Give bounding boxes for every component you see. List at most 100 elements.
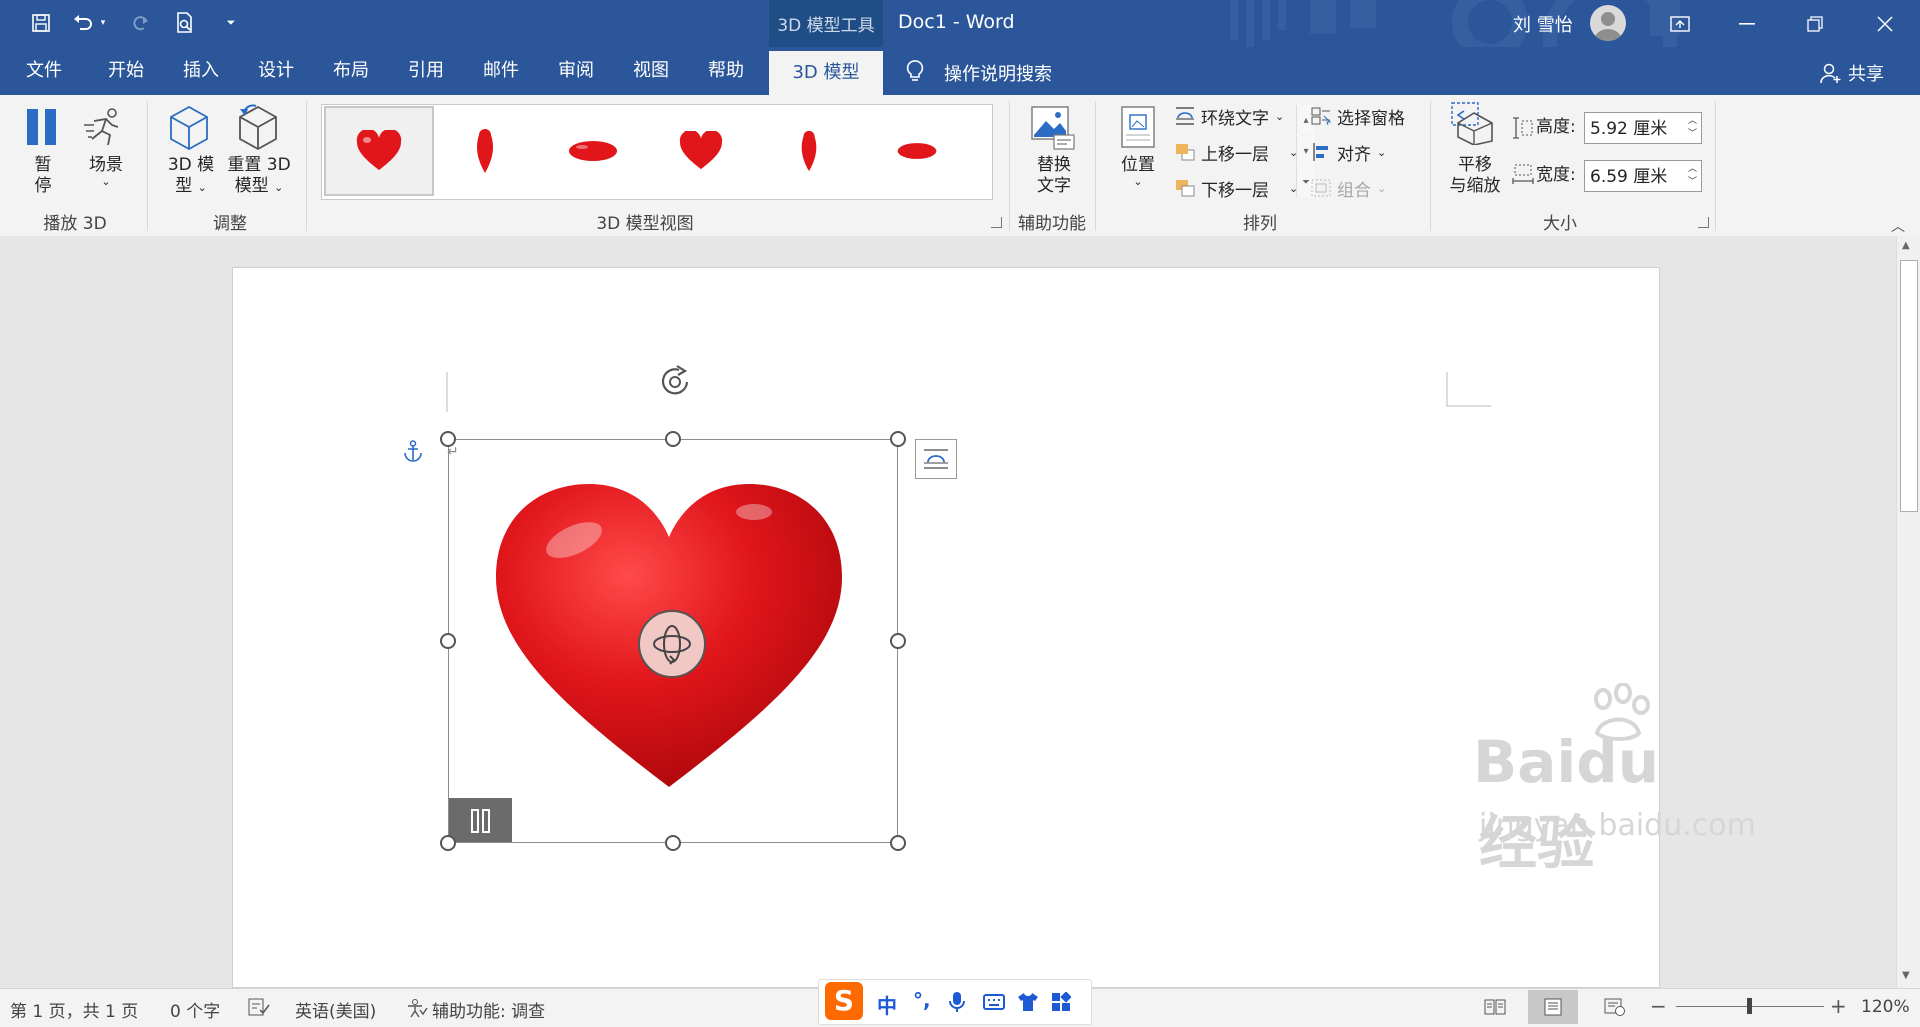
selection-pane-button[interactable]: 选择窗格 (1310, 103, 1405, 129)
document-page[interactable]: ↵ Baidu经验 jingyan.baidu.com (232, 267, 1756, 988)
height-spinner-icon[interactable]: ︿ ﹀ (1688, 115, 1697, 141)
view-side-2[interactable] (756, 107, 862, 195)
resize-handle-right[interactable] (890, 633, 906, 649)
resize-handle-bottom[interactable] (665, 835, 681, 851)
width-input[interactable]: 6.59 厘米 ︿ ﹀ (1584, 160, 1702, 192)
pause-button[interactable]: 暂 停 (30, 155, 56, 197)
width-spinner-icon[interactable]: ︿ ﹀ (1688, 163, 1697, 189)
ime-keyboard-icon[interactable] (983, 994, 1005, 1015)
pan-zoom-icon[interactable] (1450, 101, 1496, 149)
zoom-slider-thumb[interactable] (1747, 998, 1752, 1014)
ime-mode[interactable]: 中 (877, 990, 897, 1019)
scroll-up-icon[interactable]: ▲ (1902, 240, 1910, 251)
resize-handle-left[interactable] (440, 633, 456, 649)
resize-handle-bottom-left[interactable] (440, 835, 456, 851)
sogou-logo-icon[interactable]: S (825, 982, 863, 1020)
save-icon[interactable] (28, 10, 54, 36)
tab-layout[interactable]: 布局 (333, 47, 369, 95)
ime-punct[interactable]: °, (913, 988, 931, 1012)
accessibility-check-icon[interactable] (406, 998, 428, 1023)
size-dialog-launcher-icon[interactable] (1698, 217, 1709, 228)
close-icon[interactable] (1850, 0, 1920, 47)
tab-insert[interactable]: 插入 (183, 47, 219, 95)
tab-3d-model[interactable]: 3D 模型 (769, 51, 883, 95)
view-side[interactable] (432, 107, 538, 195)
print-layout-button[interactable] (1528, 990, 1578, 1024)
zoom-out-icon[interactable]: − (1650, 994, 1667, 1018)
tell-me-search[interactable]: 操作说明搜索 (944, 60, 1052, 86)
zoom-level[interactable]: 120% (1861, 997, 1910, 1017)
resize-handle-bottom-right[interactable] (890, 835, 906, 851)
alt-text-image-icon[interactable] (1030, 105, 1076, 155)
reset-3d-model-button[interactable]: 重置 3D 模型 ⌄ (222, 155, 296, 198)
3d-model-selection[interactable] (448, 439, 898, 843)
bring-forward-button[interactable]: 上移一层 ⌄ (1174, 139, 1298, 165)
tab-references[interactable]: 引用 (408, 47, 444, 95)
avatar[interactable] (1590, 5, 1626, 41)
group-objects-button[interactable]: 组合 ⌄ (1310, 175, 1386, 201)
tab-home[interactable]: 开始 (108, 47, 144, 95)
tab-review[interactable]: 审阅 (558, 47, 594, 95)
tab-file[interactable]: 文件 (26, 47, 62, 95)
align-button[interactable]: 对齐 ⌄ (1310, 139, 1386, 165)
view-front-2[interactable] (648, 107, 754, 195)
reset-3d-model-icon[interactable] (234, 103, 280, 155)
document-canvas: ↵ Baidu经验 jingyan.baidu.com (0, 236, 1896, 988)
pan-zoom-button[interactable]: 平移 与缩放 (1446, 155, 1504, 197)
vertical-scrollbar[interactable]: ▲ ▼ (1896, 236, 1920, 988)
restore-icon[interactable] (1780, 0, 1850, 47)
print-preview-icon[interactable] (172, 10, 198, 36)
tab-view[interactable]: 视图 (633, 47, 669, 95)
rotate-handle-icon[interactable] (657, 364, 697, 404)
share-button[interactable]: 共享 (1848, 60, 1884, 86)
scene-button[interactable]: 场景 ⌄ (84, 155, 128, 188)
view-bottom[interactable] (864, 107, 970, 195)
proofing-icon[interactable] (248, 998, 270, 1021)
minimize-icon[interactable] (1712, 0, 1782, 47)
redo-icon[interactable] (128, 10, 154, 36)
resize-handle-top-right[interactable] (890, 431, 906, 447)
read-mode-icon[interactable] (1484, 998, 1506, 1021)
tab-help[interactable]: 帮助 (708, 47, 744, 95)
resize-handle-top[interactable] (665, 431, 681, 447)
ime-mic-icon[interactable] (949, 991, 965, 1018)
tab-design[interactable]: 设计 (258, 47, 294, 95)
resize-handle-top-left[interactable] (440, 431, 456, 447)
pan-zoom-label-2: 与缩放 (1449, 176, 1501, 196)
web-layout-icon[interactable] (1604, 998, 1626, 1021)
views-dialog-launcher-icon[interactable] (991, 217, 1002, 228)
zoom-in-icon[interactable]: + (1830, 994, 1847, 1018)
view-top[interactable] (540, 107, 646, 195)
position-button[interactable]: 位置 ⌄ (1116, 155, 1160, 188)
word-count[interactable]: 0 个字 (170, 997, 220, 1022)
page-count[interactable]: 第 1 页，共 1 页 (10, 997, 138, 1022)
3d-rotate-control-icon[interactable] (638, 610, 706, 678)
3d-model-button[interactable]: 3D 模 型 ⌄ (162, 155, 220, 198)
view-front[interactable] (324, 106, 434, 196)
scrollbar-thumb[interactable] (1900, 260, 1918, 512)
watermark-brand: Baidu经验 (1473, 728, 1659, 880)
3d-model-cube-icon[interactable] (167, 105, 211, 155)
share-person-icon[interactable] (1820, 62, 1842, 88)
ime-skin-icon[interactable] (1017, 992, 1039, 1017)
tab-mailings[interactable]: 邮件 (483, 47, 519, 95)
alt-text-button[interactable]: 替换 文字 (1032, 155, 1076, 197)
wrap-text-button[interactable]: 环绕文字 ⌄ (1174, 103, 1284, 129)
user-name[interactable]: 刘 雪怡 (1513, 11, 1573, 37)
ribbon-display-options-icon[interactable] (1645, 0, 1715, 47)
scroll-down-icon[interactable]: ▼ (1902, 970, 1910, 981)
ime-toolbox-icon[interactable] (1051, 991, 1072, 1017)
pause-icon[interactable] (24, 107, 60, 151)
send-backward-button[interactable]: 下移一层 ⌄ (1174, 175, 1298, 201)
customize-qat-icon[interactable]: ⏷ (218, 10, 244, 36)
height-input[interactable]: 5.92 厘米 ︿ ﹀ (1584, 112, 1702, 144)
model-pause-overlay-icon[interactable] (449, 798, 512, 842)
language[interactable]: 英语(美国) (295, 997, 376, 1022)
position-icon[interactable] (1120, 105, 1156, 153)
collapse-ribbon-icon[interactable]: ︿ (1891, 216, 1905, 236)
layout-options-icon[interactable] (915, 439, 957, 479)
undo-dropdown-icon[interactable]: ▾ (96, 10, 110, 36)
undo-icon[interactable] (70, 10, 96, 36)
accessibility-status[interactable]: 辅助功能: 调查 (432, 997, 545, 1022)
scene-runner-icon[interactable] (82, 107, 126, 151)
